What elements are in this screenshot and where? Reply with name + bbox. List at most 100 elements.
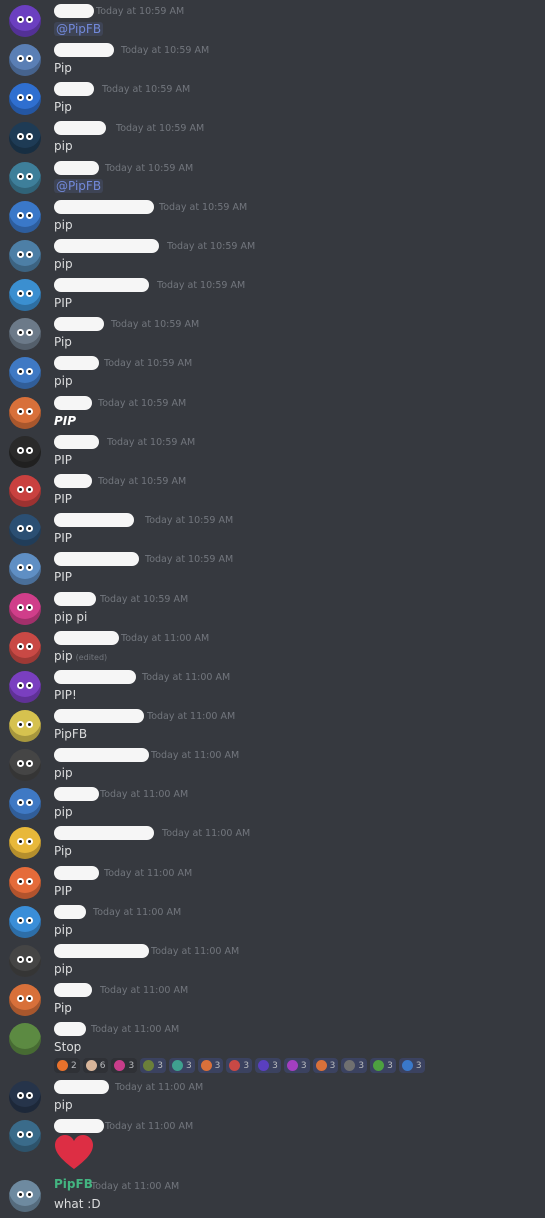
reaction-emoji-icon xyxy=(85,1060,97,1071)
reaction-button[interactable]: 3 xyxy=(341,1058,368,1073)
avatar[interactable] xyxy=(9,122,41,154)
username-redacted[interactable] xyxy=(54,278,149,292)
chat-message: Today at 10:59 AM PIP xyxy=(0,274,545,314)
reaction-emoji-icon xyxy=(315,1060,327,1071)
reaction-button[interactable]: 3 xyxy=(140,1058,166,1073)
username-redacted[interactable] xyxy=(54,592,96,606)
avatar[interactable] xyxy=(9,318,41,350)
reaction-button[interactable]: 2 xyxy=(54,1058,80,1073)
reaction-button[interactable]: 6 xyxy=(82,1058,109,1073)
heart-icon xyxy=(54,1134,94,1174)
message-text: @PipFB xyxy=(54,22,104,36)
username-redacted[interactable] xyxy=(54,396,92,410)
reaction-button[interactable]: 3 xyxy=(255,1058,281,1073)
avatar[interactable] xyxy=(9,553,41,585)
avatar[interactable] xyxy=(9,749,41,781)
avatar-eye xyxy=(26,564,33,571)
avatar[interactable] xyxy=(9,788,41,820)
username-redacted[interactable] xyxy=(54,474,92,488)
avatar[interactable] xyxy=(9,1120,41,1152)
username-redacted[interactable] xyxy=(54,866,99,880)
message-timestamp: Today at 11:00 AM xyxy=(162,828,251,839)
reaction-button[interactable]: 3 xyxy=(312,1058,339,1073)
username-redacted[interactable] xyxy=(54,905,86,919)
avatar-eye xyxy=(17,212,24,219)
username-redacted[interactable] xyxy=(54,161,99,175)
avatar[interactable] xyxy=(9,5,41,37)
avatar[interactable] xyxy=(9,201,41,233)
avatar-eye xyxy=(26,721,33,728)
username-redacted[interactable] xyxy=(54,513,134,527)
username-redacted[interactable] xyxy=(54,983,92,997)
reaction-button[interactable]: 3 xyxy=(283,1058,310,1073)
username-redacted[interactable] xyxy=(54,748,149,762)
message-content: pip xyxy=(54,766,73,780)
message-content: Pip xyxy=(54,335,72,349)
message-content: Stop xyxy=(54,1040,82,1054)
message-content: what :D xyxy=(54,1197,101,1211)
avatar[interactable] xyxy=(9,1023,41,1055)
message-text: PIP! xyxy=(54,688,77,702)
reaction-count: 3 xyxy=(415,1060,422,1071)
chat-message: Today at 11:00 AM pip (edited) xyxy=(0,627,545,667)
username-redacted[interactable] xyxy=(54,1119,104,1133)
message-content: pip pi xyxy=(54,610,88,624)
reaction-button[interactable]: 3 xyxy=(370,1058,396,1073)
avatar[interactable] xyxy=(9,83,41,115)
username-redacted[interactable] xyxy=(54,239,159,253)
avatar[interactable] xyxy=(9,397,41,429)
reaction-button[interactable]: 3 xyxy=(111,1058,138,1073)
avatar[interactable] xyxy=(9,945,41,977)
avatar[interactable] xyxy=(9,710,41,742)
avatar[interactable] xyxy=(9,357,41,389)
avatar[interactable] xyxy=(9,240,41,272)
username-redacted[interactable] xyxy=(54,317,104,331)
avatar[interactable] xyxy=(9,162,41,194)
avatar[interactable] xyxy=(9,671,41,703)
username-redacted[interactable] xyxy=(54,121,106,135)
username-redacted[interactable] xyxy=(54,944,149,958)
reaction-button[interactable]: 3 xyxy=(168,1058,195,1073)
chat-message: Today at 10:59 AM @PipFB xyxy=(0,0,545,40)
reaction-button[interactable]: 3 xyxy=(226,1058,253,1073)
username-redacted[interactable] xyxy=(54,552,139,566)
avatar-eye xyxy=(17,290,24,297)
avatar[interactable] xyxy=(9,436,41,468)
reaction-button[interactable]: 3 xyxy=(398,1058,425,1073)
username-redacted[interactable] xyxy=(54,4,94,18)
user-mention[interactable]: @PipFB xyxy=(54,22,104,36)
avatar[interactable] xyxy=(9,514,41,546)
avatar-eye xyxy=(17,133,24,140)
avatar[interactable] xyxy=(9,475,41,507)
username-redacted[interactable] xyxy=(54,200,154,214)
username-redacted[interactable] xyxy=(54,435,99,449)
username-redacted[interactable] xyxy=(54,826,154,840)
username-redacted[interactable] xyxy=(54,82,94,96)
avatar-eye xyxy=(26,643,33,650)
avatar[interactable] xyxy=(9,1180,41,1212)
username-redacted[interactable] xyxy=(54,631,119,645)
avatar[interactable] xyxy=(9,906,41,938)
username-redacted[interactable] xyxy=(54,787,99,801)
avatar[interactable] xyxy=(9,279,41,311)
username-redacted[interactable] xyxy=(54,670,136,684)
chat-message: Today at 10:59 AM pip xyxy=(0,352,545,392)
message-timestamp: Today at 11:00 AM xyxy=(100,985,189,996)
avatar[interactable] xyxy=(9,867,41,899)
username-redacted[interactable] xyxy=(54,1080,109,1094)
avatar[interactable] xyxy=(9,44,41,76)
avatar[interactable] xyxy=(9,1081,41,1113)
avatar[interactable] xyxy=(9,632,41,664)
avatar[interactable] xyxy=(9,593,41,625)
username-redacted[interactable] xyxy=(54,43,114,57)
username-redacted[interactable] xyxy=(54,1022,86,1036)
username-redacted[interactable] xyxy=(54,709,144,723)
avatar[interactable] xyxy=(9,984,41,1016)
username-redacted[interactable] xyxy=(54,356,99,370)
reaction-button[interactable]: 3 xyxy=(197,1058,224,1073)
user-mention[interactable]: @PipFB xyxy=(54,179,104,193)
username[interactable]: PipFB xyxy=(54,1177,93,1191)
avatar[interactable] xyxy=(9,827,41,859)
reaction-bar: 2 6 3 3 3 3 3 3 3 3 3 3 3 xyxy=(54,1058,425,1074)
reaction-emoji-icon xyxy=(171,1060,183,1071)
